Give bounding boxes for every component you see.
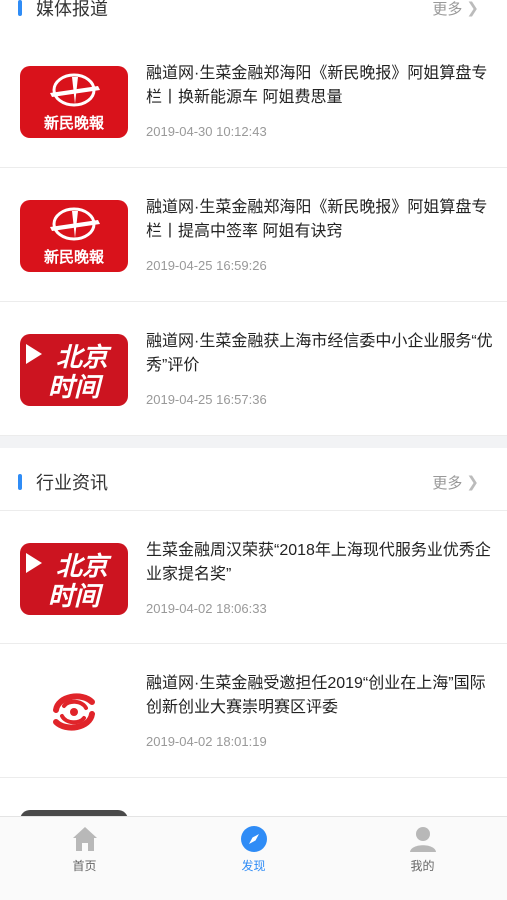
section-accent-bar <box>18 0 22 16</box>
more-link[interactable]: 更多 ❯ <box>432 0 479 19</box>
xinmin-logo: 新民晚報 <box>20 66 128 138</box>
home-icon <box>72 827 97 851</box>
section-divider <box>0 436 507 448</box>
tab-label: 发现 <box>241 859 266 873</box>
list-item[interactable]: 融道网·生菜金融受邀担任2019“创业在上海”国际创新创业大赛崇明赛区评委 20… <box>0 644 507 778</box>
news-headline: 生菜金融周汉荣获“2018年上海现代服务业优秀企业家提名奖” <box>146 542 491 583</box>
news-headline: 融道网·生菜金融郑海阳《新民晚报》阿姐算盘专栏丨提高中签率 阿姐有诀窍 <box>146 199 488 240</box>
logo-text: 北京 <box>56 552 112 582</box>
tab-mine[interactable]: 我的 <box>338 817 507 900</box>
tab-label: 首页 <box>72 859 97 873</box>
phoenix-logo <box>20 676 128 748</box>
user-icon <box>409 827 436 852</box>
more-label: 更多 <box>432 474 463 492</box>
tab-home[interactable]: 首页 <box>0 817 169 900</box>
chevron-right-icon: ❯ <box>466 0 479 17</box>
news-headline: 融道网·生菜金融受邀担任2019“创业在上海”国际创新创业大赛崇明赛区评委 <box>146 675 486 716</box>
chevron-right-icon: ❯ <box>466 474 479 491</box>
news-headline: 融道网·生菜金融获上海市经信委中小企业服务“优秀”评价 <box>146 333 493 374</box>
logo-text: 北京 <box>56 343 112 373</box>
more-label: 更多 <box>432 0 463 18</box>
list-item[interactable]: 新民晚報 融道网·生菜金融郑海阳《新民晚报》阿姐算盘专栏丨换新能源车 阿姐费思量… <box>0 34 507 168</box>
logo-text: 时间 <box>48 373 104 403</box>
media-section-header: 媒体报道 更多 ❯ <box>0 0 507 30</box>
beijing-time-logo: 北京 时间 <box>20 543 128 615</box>
section-title: 行业资讯 <box>36 473 108 493</box>
news-timestamp: 2019-04-25 16:57:36 <box>146 392 267 407</box>
xinmin-logo: 新民晚報 <box>20 200 128 272</box>
more-link[interactable]: 更多 ❯ <box>432 472 479 493</box>
industry-section-header: 行业资讯 更多 ❯ <box>0 460 507 504</box>
news-timestamp: 2019-04-30 10:12:43 <box>146 124 267 139</box>
news-timestamp: 2019-04-25 16:59:26 <box>146 258 267 273</box>
logo-text: 新民晚報 <box>44 248 105 266</box>
news-headline: 融道网·生菜金融郑海阳《新民晚报》阿姐算盘专栏丨换新能源车 阿姐费思量 <box>146 65 488 106</box>
logo-text: 时间 <box>48 582 104 612</box>
compass-icon <box>240 826 267 852</box>
beijing-time-logo: 北京 时间 <box>20 334 128 406</box>
news-timestamp: 2019-04-02 18:06:33 <box>146 601 267 616</box>
list-item[interactable]: 新民晚報 融道网·生菜金融郑海阳《新民晚报》阿姐算盘专栏丨提高中签率 阿姐有诀窍… <box>0 168 507 302</box>
logo-text: 新民晚報 <box>44 114 105 132</box>
section-title: 媒体报道 <box>36 0 108 19</box>
bottom-tab-bar: 首页 发现 我的 <box>0 816 507 900</box>
section-accent-bar <box>18 474 22 490</box>
list-item[interactable]: 北京 时间 生菜金融周汉荣获“2018年上海现代服务业优秀企业家提名奖” 201… <box>0 510 507 644</box>
tab-discover[interactable]: 发现 <box>169 817 338 900</box>
list-item[interactable]: 北京 时间 融道网·生菜金融获上海市经信委中小企业服务“优秀”评价 2019-0… <box>0 302 507 436</box>
tab-label: 我的 <box>410 859 435 873</box>
news-timestamp: 2019-04-02 18:01:19 <box>146 734 267 749</box>
